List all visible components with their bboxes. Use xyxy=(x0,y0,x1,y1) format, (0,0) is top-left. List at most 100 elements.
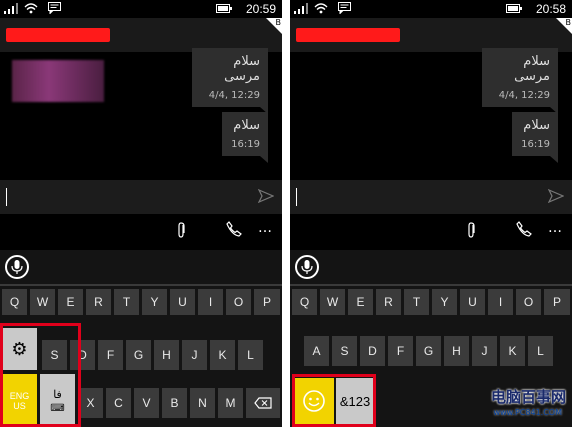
microphone-button[interactable] xyxy=(5,255,29,279)
conversation-header[interactable]: B xyxy=(0,18,282,52)
key-p[interactable]: P xyxy=(544,289,570,315)
message-bubble[interactable]: سلام مرسی 4/4, 12:29 xyxy=(482,48,558,114)
key-r[interactable]: R xyxy=(376,289,401,315)
send-icon[interactable] xyxy=(258,189,274,203)
key-d[interactable]: D xyxy=(360,336,385,366)
signal-icon xyxy=(294,3,308,14)
fold-badge: B xyxy=(565,18,572,27)
message-actions: … xyxy=(290,218,572,244)
key-t[interactable]: T xyxy=(114,289,139,315)
key-s[interactable]: S xyxy=(332,336,357,366)
key-e[interactable]: E xyxy=(58,289,83,315)
key-t[interactable]: T xyxy=(404,289,429,315)
battery-icon xyxy=(506,4,522,13)
phone-call-icon[interactable] xyxy=(516,221,532,237)
redacted-contact-name xyxy=(6,28,110,42)
right-phone-screen: 20:58 B سلام مرسی 4/4, 12:29 سلام 16:19 … xyxy=(290,0,572,427)
key-o[interactable]: O xyxy=(516,289,541,315)
message-timestamp: 4/4, 12:29 xyxy=(208,90,260,101)
highlight-box xyxy=(292,374,376,427)
key-k[interactable]: K xyxy=(500,336,525,366)
message-actions: … xyxy=(0,218,282,244)
battery-icon xyxy=(216,4,232,13)
highlight-box xyxy=(0,323,81,427)
signal-icon xyxy=(4,3,18,14)
blurred-avatar xyxy=(12,60,104,102)
message-bubble[interactable]: سلام مرسی 4/4, 12:29 xyxy=(192,48,268,114)
key-g[interactable]: G xyxy=(416,336,441,366)
key-w[interactable]: W xyxy=(30,289,55,315)
more-options-icon[interactable]: … xyxy=(548,220,563,236)
status-bar: 20:59 xyxy=(0,0,282,18)
key-a[interactable]: A xyxy=(304,336,329,366)
key-j[interactable]: J xyxy=(472,336,497,366)
key-i[interactable]: I xyxy=(198,289,223,315)
key-c[interactable]: C xyxy=(106,388,131,418)
fold-badge: B xyxy=(275,18,282,27)
left-phone-screen: 20:59 B سلام مرسی 4/4, 12:29 سلام 16:19 … xyxy=(0,0,282,427)
message-text: سلام مرسی xyxy=(514,54,550,84)
message-notification-icon xyxy=(48,2,61,14)
key-l[interactable]: L xyxy=(528,336,553,366)
conversation-header[interactable]: B xyxy=(290,18,572,52)
key-h[interactable]: H xyxy=(444,336,469,366)
key-f[interactable]: F xyxy=(388,336,413,366)
clock-time: 20:59 xyxy=(245,2,276,16)
backspace-key[interactable] xyxy=(246,388,280,418)
wifi-icon xyxy=(24,3,38,14)
on-screen-keyboard: Q W E R T Y U I O P ⚙ S D F G H J K L EN… xyxy=(0,250,282,427)
attachment-icon[interactable] xyxy=(466,222,476,238)
key-g[interactable]: G xyxy=(126,340,151,370)
message-text: سلام xyxy=(233,118,260,133)
message-input[interactable] xyxy=(0,180,282,214)
key-k[interactable]: K xyxy=(210,340,235,370)
message-notification-icon xyxy=(338,2,351,14)
key-x[interactable]: X xyxy=(78,388,103,418)
redacted-contact-name xyxy=(296,28,400,42)
key-p[interactable]: P xyxy=(254,289,280,315)
keyboard-separator xyxy=(0,284,282,286)
key-y[interactable]: Y xyxy=(142,289,167,315)
microphone-icon xyxy=(11,260,23,274)
phone-call-icon[interactable] xyxy=(226,221,242,237)
microphone-button[interactable] xyxy=(295,255,319,279)
key-l[interactable]: L xyxy=(238,340,263,370)
key-j[interactable]: J xyxy=(182,340,207,370)
message-input[interactable] xyxy=(290,180,572,214)
message-timestamp: 16:19 xyxy=(231,139,260,150)
key-m[interactable]: M xyxy=(218,388,243,418)
backspace-icon xyxy=(254,397,272,409)
keyboard-separator xyxy=(290,284,572,286)
key-u[interactable]: U xyxy=(460,289,485,315)
message-timestamp: 4/4, 12:29 xyxy=(498,90,550,101)
text-caret xyxy=(296,188,297,206)
panel-divider xyxy=(282,0,290,427)
key-b[interactable]: B xyxy=(162,388,187,418)
wifi-icon xyxy=(314,3,328,14)
key-v[interactable]: V xyxy=(134,388,159,418)
key-i[interactable]: I xyxy=(488,289,513,315)
key-w[interactable]: W xyxy=(320,289,345,315)
status-bar: 20:58 xyxy=(290,0,572,18)
key-r[interactable]: R xyxy=(86,289,111,315)
key-h[interactable]: H xyxy=(154,340,179,370)
text-caret xyxy=(6,188,7,206)
key-o[interactable]: O xyxy=(226,289,251,315)
key-f[interactable]: F xyxy=(98,340,123,370)
message-timestamp: 16:19 xyxy=(521,139,550,150)
on-screen-keyboard: Q W E R T Y U I O P A S D F G H J K L &1… xyxy=(290,250,572,427)
key-e[interactable]: E xyxy=(348,289,373,315)
attachment-icon[interactable] xyxy=(176,222,186,238)
clock-time: 20:58 xyxy=(535,2,566,16)
microphone-icon xyxy=(301,260,313,274)
message-bubble[interactable]: سلام 16:19 xyxy=(222,112,268,163)
key-n[interactable]: N xyxy=(190,388,215,418)
message-bubble[interactable]: سلام 16:19 xyxy=(512,112,558,163)
key-q[interactable]: Q xyxy=(2,289,27,315)
key-u[interactable]: U xyxy=(170,289,195,315)
send-icon[interactable] xyxy=(548,189,564,203)
more-options-icon[interactable]: … xyxy=(258,220,273,236)
message-text: سلام مرسی xyxy=(224,54,260,84)
key-y[interactable]: Y xyxy=(432,289,457,315)
key-q[interactable]: Q xyxy=(292,289,317,315)
